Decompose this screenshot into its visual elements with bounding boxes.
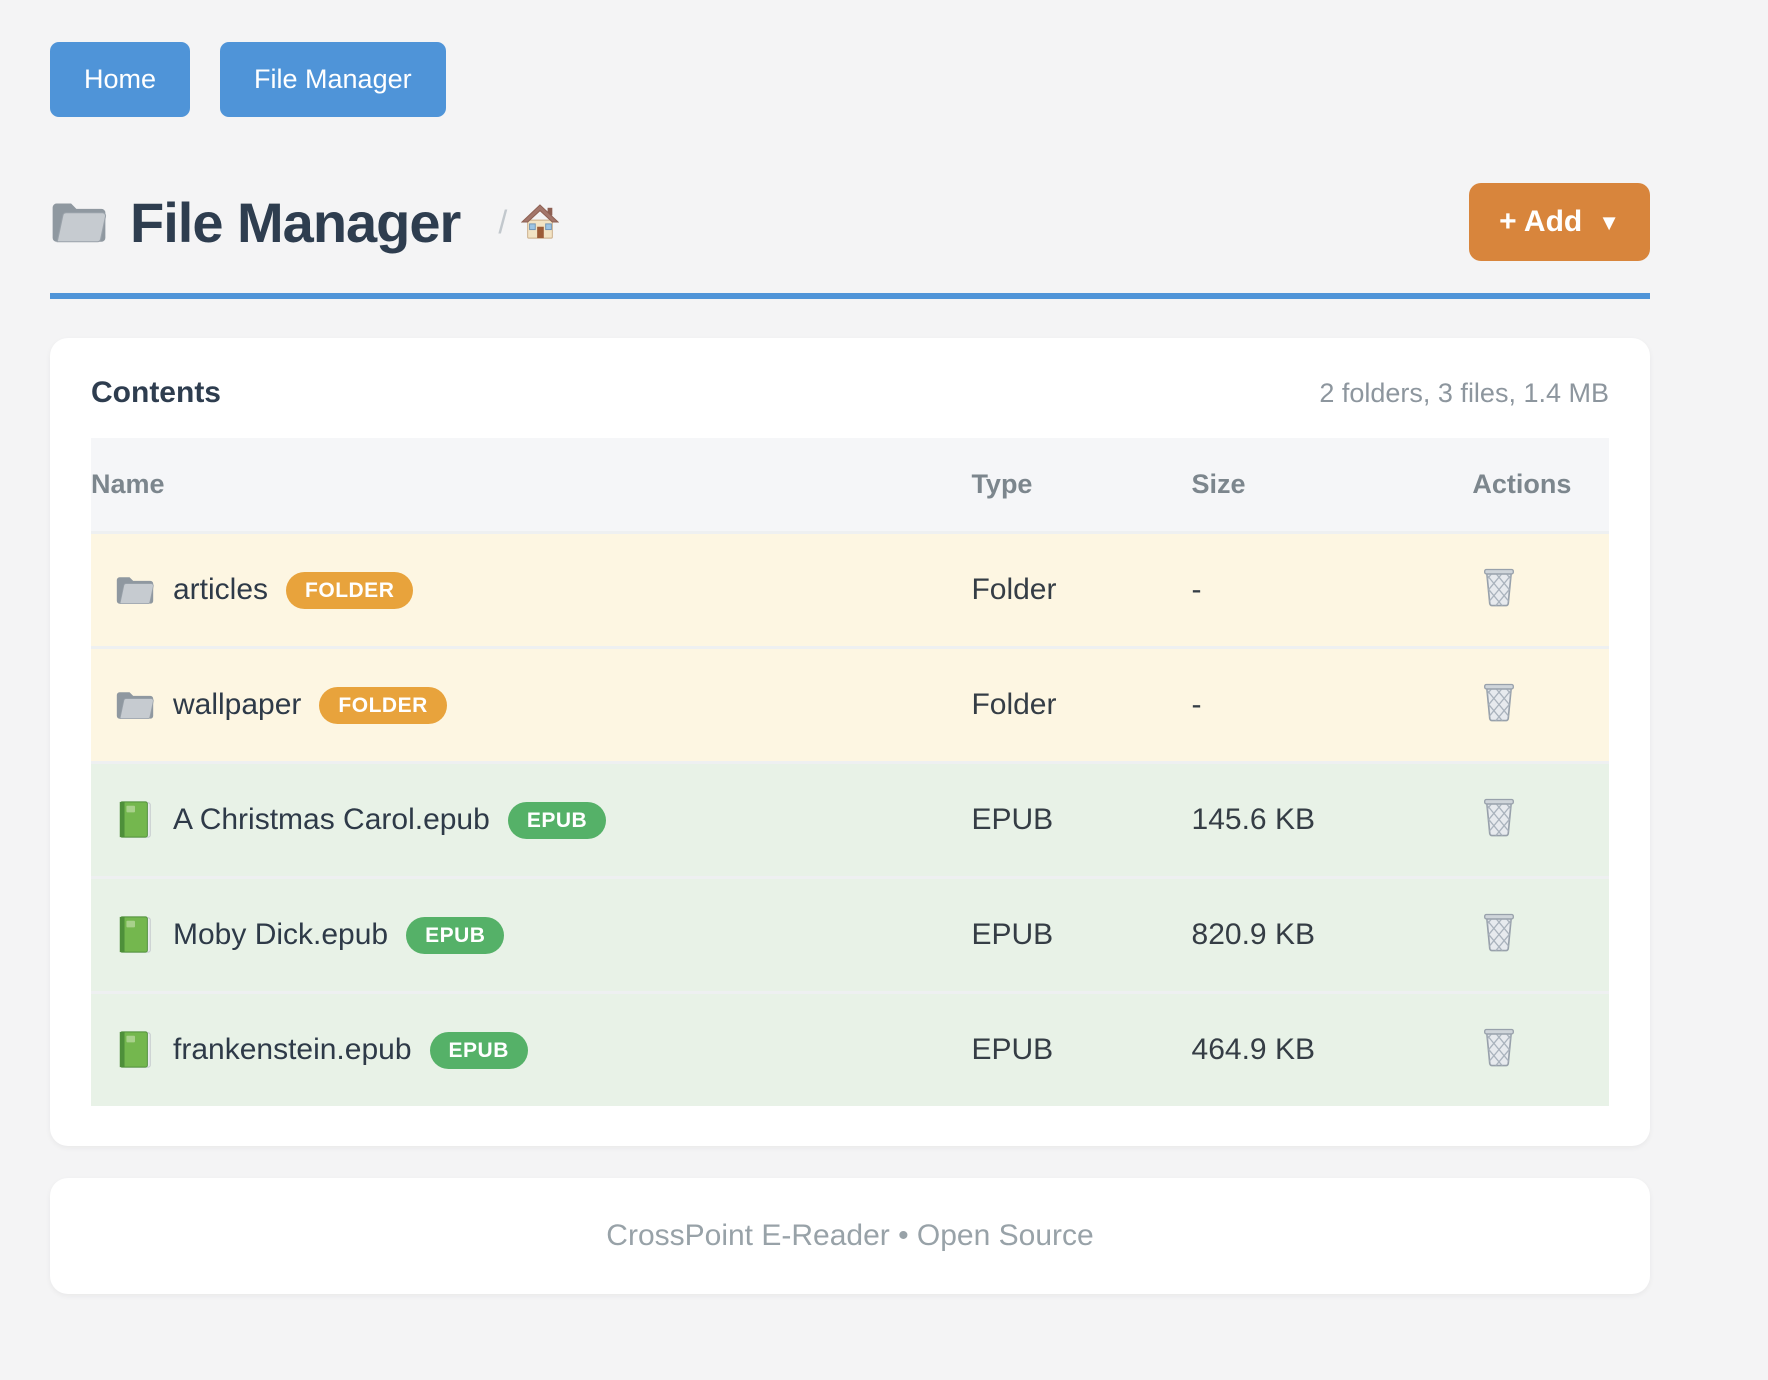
cell-size: 145.6 KB xyxy=(1192,763,1473,878)
table-row: frankenstein.epub EPUB EPUB 464.9 KB xyxy=(91,993,1609,1107)
contents-card: Contents 2 folders, 3 files, 1.4 MB Name… xyxy=(50,338,1650,1146)
cell-size: - xyxy=(1192,648,1473,763)
add-button[interactable]: + Add ▼ xyxy=(1469,183,1650,261)
delete-button[interactable] xyxy=(1472,679,1518,723)
footer-text: CrossPoint E-Reader • Open Source xyxy=(606,1219,1093,1253)
row-name[interactable]: wallpaper xyxy=(173,688,301,722)
cell-type: Folder xyxy=(971,533,1191,648)
title-group: File Manager / xyxy=(50,190,559,255)
file-table-body: articles FOLDER Folder - wallpaper FOLDE… xyxy=(91,533,1609,1107)
footer: CrossPoint E-Reader • Open Source xyxy=(50,1178,1650,1294)
column-header-actions: Actions xyxy=(1472,438,1609,533)
top-nav: Home File Manager xyxy=(50,42,1650,117)
card-title: Contents xyxy=(91,376,221,410)
table-row: wallpaper FOLDER Folder - xyxy=(91,648,1609,763)
column-header-name: Name xyxy=(91,438,971,533)
delete-button[interactable] xyxy=(1472,564,1518,608)
row-name[interactable]: Moby Dick.epub xyxy=(173,918,388,952)
breadcrumb: / xyxy=(498,204,559,241)
page-title: File Manager xyxy=(130,190,460,255)
contents-summary: 2 folders, 3 files, 1.4 MB xyxy=(1319,378,1609,409)
table-row: articles FOLDER Folder - xyxy=(91,533,1609,648)
accent-divider xyxy=(50,293,1650,299)
trash-icon xyxy=(1480,679,1518,723)
row-name[interactable]: frankenstein.epub xyxy=(173,1033,412,1067)
trash-icon xyxy=(1480,794,1518,838)
type-badge: EPUB xyxy=(406,917,504,954)
page: Home File Manager File Manager / + Add ▼… xyxy=(50,0,1650,1294)
cell-size: - xyxy=(1192,533,1473,648)
delete-button[interactable] xyxy=(1472,794,1518,838)
delete-button[interactable] xyxy=(1472,909,1518,953)
file-table-head: Name Type Size Actions xyxy=(91,438,1609,533)
nav-button-home[interactable]: Home xyxy=(50,42,190,117)
cell-size: 820.9 KB xyxy=(1192,878,1473,993)
type-badge: EPUB xyxy=(508,802,606,839)
type-badge: EPUB xyxy=(430,1032,528,1069)
delete-button[interactable] xyxy=(1472,1024,1518,1068)
book-icon xyxy=(115,800,155,840)
column-header-type: Type xyxy=(971,438,1191,533)
folder-icon xyxy=(115,685,155,725)
cell-type: EPUB xyxy=(971,993,1191,1107)
folder-icon xyxy=(115,570,155,610)
cell-size: 464.9 KB xyxy=(1192,993,1473,1107)
table-row: Moby Dick.epub EPUB EPUB 820.9 KB xyxy=(91,878,1609,993)
add-button-label: + Add xyxy=(1499,207,1582,237)
type-badge: FOLDER xyxy=(319,687,446,724)
trash-icon xyxy=(1480,909,1518,953)
card-header: Contents 2 folders, 3 files, 1.4 MB xyxy=(91,376,1609,410)
breadcrumb-separator: / xyxy=(498,204,507,241)
trash-icon xyxy=(1480,564,1518,608)
row-name[interactable]: A Christmas Carol.epub xyxy=(173,803,490,837)
cell-type: Folder xyxy=(971,648,1191,763)
type-badge: FOLDER xyxy=(286,572,413,609)
chevron-down-icon: ▼ xyxy=(1598,212,1620,234)
column-header-size: Size xyxy=(1192,438,1473,533)
row-name[interactable]: articles xyxy=(173,573,268,607)
table-row: A Christmas Carol.epub EPUB EPUB 145.6 K… xyxy=(91,763,1609,878)
page-header: File Manager / + Add ▼ xyxy=(50,183,1650,261)
folder-icon xyxy=(50,198,108,246)
cell-type: EPUB xyxy=(971,763,1191,878)
book-icon xyxy=(115,1030,155,1070)
file-table: Name Type Size Actions articles FOLDER F… xyxy=(91,438,1609,1106)
nav-button-file-manager[interactable]: File Manager xyxy=(220,42,446,117)
cell-type: EPUB xyxy=(971,878,1191,993)
trash-icon xyxy=(1480,1024,1518,1068)
book-icon xyxy=(115,915,155,955)
house-icon[interactable] xyxy=(521,204,559,240)
